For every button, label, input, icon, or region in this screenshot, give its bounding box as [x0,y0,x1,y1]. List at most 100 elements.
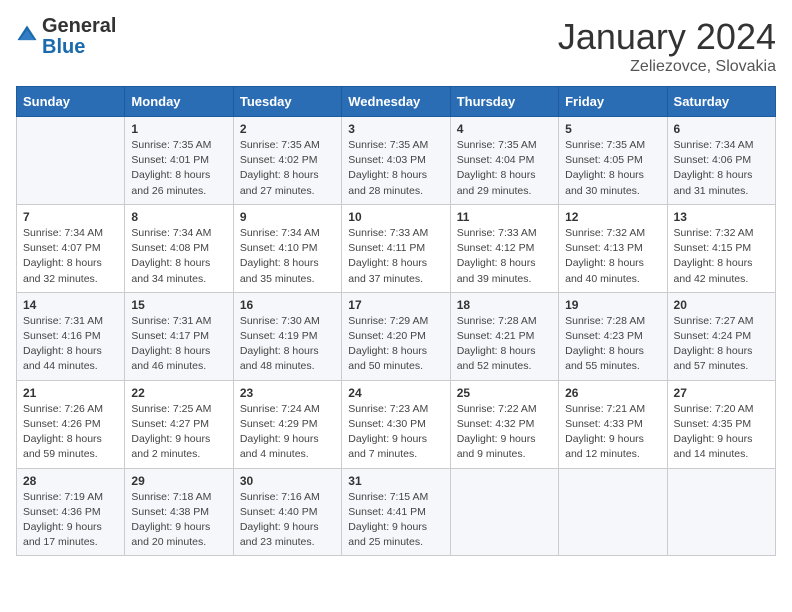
day-info: Sunrise: 7:25 AM Sunset: 4:27 PM Dayligh… [131,402,226,463]
calendar-cell: 20 Sunrise: 7:27 AM Sunset: 4:24 PM Dayli… [667,292,775,380]
day-number: 27 [674,386,769,400]
day-info: Sunrise: 7:21 AM Sunset: 4:33 PM Dayligh… [565,402,660,463]
day-number: 11 [457,210,552,224]
calendar-cell: 30Sunrise: 7:16 AM Sunset: 4:40 PM Dayli… [233,468,341,556]
day-number: 20 [674,298,769,312]
day-info: Sunrise: 7:33 AM Sunset: 4:12 PM Dayligh… [457,226,552,287]
calendar-table: SundayMondayTuesdayWednesdayThursdayFrid… [16,86,776,556]
day-info: Sunrise: 7:31 AM Sunset: 4:17 PM Dayligh… [131,314,226,375]
day-info: Sunrise: 7:34 AM Sunset: 4:08 PM Dayligh… [131,226,226,287]
calendar-cell: 7Sunrise: 7:34 AM Sunset: 4:07 PM Daylig… [17,204,125,292]
day-info: Sunrise: 7:29 AM Sunset: 4:20 PM Dayligh… [348,314,443,375]
calendar-cell: 12 Sunrise: 7:32 AM Sunset: 4:13 PM Dayli… [559,204,667,292]
day-number: 16 [240,298,335,312]
header-cell-thursday: Thursday [450,87,558,117]
header-cell-friday: Friday [559,87,667,117]
week-row-3: 14 Sunrise: 7:31 AM Sunset: 4:16 PM Dayli… [17,292,776,380]
day-info: Sunrise: 7:35 AM Sunset: 4:04 PM Dayligh… [457,138,552,199]
calendar-cell [667,468,775,556]
calendar-cell [17,117,125,205]
day-number: 22 [131,386,226,400]
day-info: Sunrise: 7:31 AM Sunset: 4:16 PM Dayligh… [23,314,118,375]
calendar-cell: 9Sunrise: 7:34 AM Sunset: 4:10 PM Daylig… [233,204,341,292]
day-info: Sunrise: 7:35 AM Sunset: 4:03 PM Dayligh… [348,138,443,199]
calendar-cell: 2 Sunrise: 7:35 AM Sunset: 4:02 PM Daylig… [233,117,341,205]
month-title: January 2024 [558,16,776,58]
day-info: Sunrise: 7:28 AM Sunset: 4:23 PM Dayligh… [565,314,660,375]
calendar-cell: 16 Sunrise: 7:30 AM Sunset: 4:19 PM Dayli… [233,292,341,380]
day-info: Sunrise: 7:34 AM Sunset: 4:06 PM Dayligh… [674,138,769,199]
logo: General Blue [16,16,116,58]
day-info: Sunrise: 7:20 AM Sunset: 4:35 PM Dayligh… [674,402,769,463]
day-info: Sunrise: 7:15 AM Sunset: 4:41 PM Dayligh… [348,490,443,551]
day-number: 23 [240,386,335,400]
calendar-cell: 4 Sunrise: 7:35 AM Sunset: 4:04 PM Daylig… [450,117,558,205]
calendar-body: 1 Sunrise: 7:35 AM Sunset: 4:01 PM Daylig… [17,117,776,556]
day-info: Sunrise: 7:30 AM Sunset: 4:19 PM Dayligh… [240,314,335,375]
day-number: 30 [240,474,335,488]
header-cell-monday: Monday [125,87,233,117]
day-info: Sunrise: 7:28 AM Sunset: 4:21 PM Dayligh… [457,314,552,375]
day-number: 14 [23,298,118,312]
day-info: Sunrise: 7:34 AM Sunset: 4:07 PM Dayligh… [23,226,118,287]
day-info: Sunrise: 7:18 AM Sunset: 4:38 PM Dayligh… [131,490,226,551]
calendar-cell: 17 Sunrise: 7:29 AM Sunset: 4:20 PM Dayli… [342,292,450,380]
calendar-cell [450,468,558,556]
page-header: General Blue January 2024 Zeliezovce, Sl… [16,16,776,76]
calendar-cell: 13Sunrise: 7:32 AM Sunset: 4:15 PM Dayli… [667,204,775,292]
title-block: January 2024 Zeliezovce, Slovakia [558,16,776,76]
day-number: 10 [348,210,443,224]
calendar-cell: 5Sunrise: 7:35 AM Sunset: 4:05 PM Daylig… [559,117,667,205]
calendar-cell [559,468,667,556]
day-info: Sunrise: 7:27 AM Sunset: 4:24 PM Dayligh… [674,314,769,375]
day-number: 24 [348,386,443,400]
calendar-cell: 3 Sunrise: 7:35 AM Sunset: 4:03 PM Daylig… [342,117,450,205]
header-cell-saturday: Saturday [667,87,775,117]
week-row-4: 21Sunrise: 7:26 AM Sunset: 4:26 PM Dayli… [17,380,776,468]
calendar-cell: 18 Sunrise: 7:28 AM Sunset: 4:21 PM Dayli… [450,292,558,380]
day-number: 15 [131,298,226,312]
calendar-cell: 23Sunrise: 7:24 AM Sunset: 4:29 PM Dayli… [233,380,341,468]
calendar-cell: 11 Sunrise: 7:33 AM Sunset: 4:12 PM Dayli… [450,204,558,292]
calendar-cell: 28Sunrise: 7:19 AM Sunset: 4:36 PM Dayli… [17,468,125,556]
week-row-2: 7Sunrise: 7:34 AM Sunset: 4:07 PM Daylig… [17,204,776,292]
day-info: Sunrise: 7:32 AM Sunset: 4:13 PM Dayligh… [565,226,660,287]
logo-general: General [42,15,116,37]
day-number: 4 [457,122,552,136]
day-number: 31 [348,474,443,488]
day-number: 29 [131,474,226,488]
week-row-1: 1 Sunrise: 7:35 AM Sunset: 4:01 PM Daylig… [17,117,776,205]
calendar-cell: 24 Sunrise: 7:23 AM Sunset: 4:30 PM Dayli… [342,380,450,468]
logo-blue: Blue [42,36,85,58]
day-number: 12 [565,210,660,224]
day-number: 2 [240,122,335,136]
calendar-cell: 15 Sunrise: 7:31 AM Sunset: 4:17 PM Dayli… [125,292,233,380]
logo-icon [16,24,38,46]
day-number: 17 [348,298,443,312]
calendar-cell: 29 Sunrise: 7:18 AM Sunset: 4:38 PM Dayli… [125,468,233,556]
calendar-cell: 19Sunrise: 7:28 AM Sunset: 4:23 PM Dayli… [559,292,667,380]
calendar-cell: 6 Sunrise: 7:34 AM Sunset: 4:06 PM Daylig… [667,117,775,205]
calendar-header: SundayMondayTuesdayWednesdayThursdayFrid… [17,87,776,117]
calendar-cell: 8Sunrise: 7:34 AM Sunset: 4:08 PM Daylig… [125,204,233,292]
calendar-cell: 14 Sunrise: 7:31 AM Sunset: 4:16 PM Dayli… [17,292,125,380]
calendar-cell: 27 Sunrise: 7:20 AM Sunset: 4:35 PM Dayli… [667,380,775,468]
day-number: 25 [457,386,552,400]
header-cell-sunday: Sunday [17,87,125,117]
day-number: 26 [565,386,660,400]
week-row-5: 28Sunrise: 7:19 AM Sunset: 4:36 PM Dayli… [17,468,776,556]
day-number: 1 [131,122,226,136]
header-row: SundayMondayTuesdayWednesdayThursdayFrid… [17,87,776,117]
day-info: Sunrise: 7:35 AM Sunset: 4:02 PM Dayligh… [240,138,335,199]
day-number: 5 [565,122,660,136]
day-info: Sunrise: 7:32 AM Sunset: 4:15 PM Dayligh… [674,226,769,287]
day-info: Sunrise: 7:23 AM Sunset: 4:30 PM Dayligh… [348,402,443,463]
day-number: 3 [348,122,443,136]
day-number: 6 [674,122,769,136]
day-number: 18 [457,298,552,312]
calendar-cell: 1 Sunrise: 7:35 AM Sunset: 4:01 PM Daylig… [125,117,233,205]
header-cell-tuesday: Tuesday [233,87,341,117]
location: Zeliezovce, Slovakia [558,58,776,76]
day-info: Sunrise: 7:35 AM Sunset: 4:01 PM Dayligh… [131,138,226,199]
day-number: 9 [240,210,335,224]
